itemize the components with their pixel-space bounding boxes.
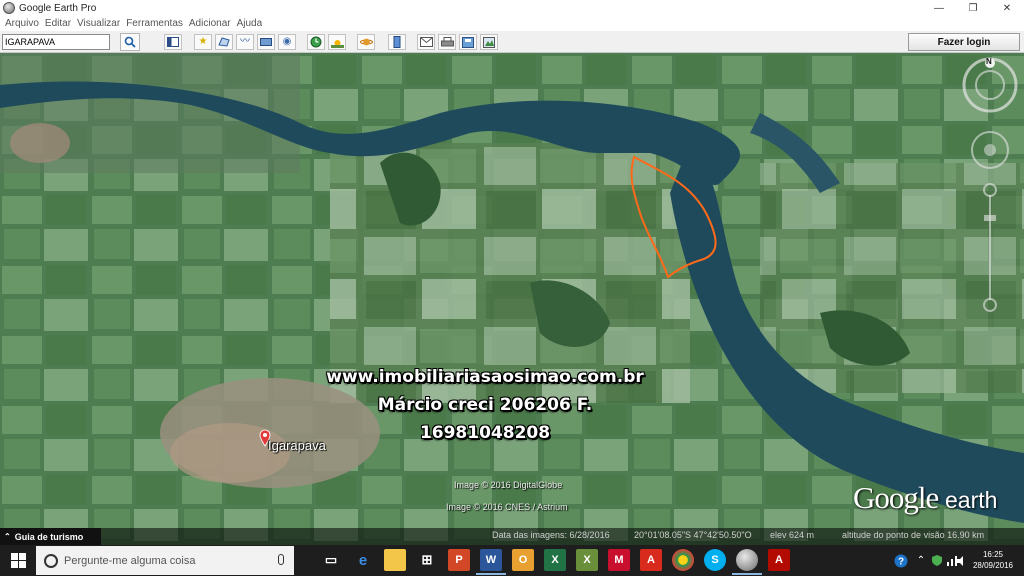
menu-ferramentas[interactable]: Ferramentas bbox=[123, 18, 186, 29]
chrome-icon[interactable] bbox=[672, 549, 694, 571]
add-path-icon[interactable]: 〰 bbox=[236, 34, 254, 50]
add-image-overlay-icon[interactable] bbox=[257, 34, 275, 50]
imagery-credit-digitalglobe: Image © 2016 DigitalGlobe bbox=[454, 480, 563, 490]
planets-icon[interactable] bbox=[357, 34, 375, 50]
minimize-button[interactable]: — bbox=[922, 0, 956, 16]
clock-date: 28/09/2016 bbox=[972, 561, 1014, 570]
window-title: Google Earth Pro bbox=[19, 2, 97, 14]
navigation-controls[interactable] bbox=[962, 55, 1022, 315]
toolbar: ★ 〰 ◉ Fazer login bbox=[0, 31, 1024, 53]
access-icon[interactable]: A bbox=[640, 549, 662, 571]
maximize-button[interactable]: ❐ bbox=[956, 0, 990, 16]
windows-icon bbox=[10, 553, 26, 568]
status-bar: ⌃ Guia de turismo Data das imagens: 6/28… bbox=[0, 528, 1024, 545]
overlay-phone: 16981048208 bbox=[419, 423, 551, 443]
outlook-icon[interactable]: O bbox=[512, 549, 534, 571]
cortana-placeholder: Pergunte-me alguma coisa bbox=[64, 554, 196, 567]
publisher-icon[interactable]: X bbox=[576, 549, 598, 571]
place-label[interactable]: Igarapava bbox=[268, 438, 326, 453]
edge-icon[interactable]: e bbox=[352, 549, 374, 571]
word-icon[interactable]: W bbox=[476, 549, 506, 575]
imagery-date: Data das imagens: 6/28/2016 bbox=[492, 530, 610, 540]
add-placemark-icon[interactable]: ★ bbox=[194, 34, 212, 50]
google-earth-task-icon[interactable] bbox=[732, 549, 762, 575]
sign-in-button[interactable]: Fazer login bbox=[908, 33, 1020, 51]
tray-expand-icon[interactable]: ⌃ bbox=[914, 545, 928, 576]
sunlight-icon[interactable] bbox=[328, 34, 346, 50]
svg-text:?: ? bbox=[898, 556, 904, 567]
menu-ajuda[interactable]: Ajuda bbox=[234, 18, 266, 29]
google-earth-logo: Google earth bbox=[853, 480, 998, 515]
search-input[interactable] bbox=[2, 34, 110, 50]
email-icon[interactable] bbox=[417, 34, 435, 50]
google-earth-icon bbox=[3, 2, 15, 14]
add-polygon-icon[interactable] bbox=[215, 34, 233, 50]
help-icon[interactable]: ? bbox=[892, 545, 910, 576]
taskbar: Pergunte-me alguma coisa ▭ e ⊞ P W O X X… bbox=[0, 545, 1024, 576]
historical-imagery-icon[interactable] bbox=[307, 34, 325, 50]
menu-editar[interactable]: Editar bbox=[42, 18, 74, 29]
start-button[interactable] bbox=[0, 545, 36, 576]
menu-arquivo[interactable]: Arquivo bbox=[2, 18, 42, 29]
overlay-url: www.imobiliariasaosimao.com.br bbox=[326, 367, 644, 387]
tour-guide-label: Guia de turismo bbox=[14, 531, 84, 542]
chevron-up-icon: ⌃ bbox=[4, 532, 11, 541]
skype-icon[interactable]: S bbox=[704, 549, 726, 571]
powerpoint-icon[interactable]: P bbox=[448, 549, 470, 571]
elevation: elev 624 m bbox=[770, 530, 815, 540]
ruler-icon[interactable] bbox=[388, 34, 406, 50]
volume-icon[interactable] bbox=[956, 545, 968, 576]
menu-adicionar[interactable]: Adicionar bbox=[186, 18, 234, 29]
overlay-agent: Márcio creci 206206 F. bbox=[377, 395, 593, 415]
sidebar-toggle-icon[interactable] bbox=[164, 34, 182, 50]
system-clock[interactable]: 16:25 28/09/2016 bbox=[968, 549, 1018, 571]
tour-guide-button[interactable]: ⌃ Guia de turismo bbox=[0, 528, 101, 545]
menu-bar: Arquivo Editar Visualizar Ferramentas Ad… bbox=[0, 16, 1024, 31]
map-view[interactable]: N www.imobiliariasaosimao.com.br Márcio … bbox=[0, 53, 1024, 545]
task-view-icon[interactable]: ▭ bbox=[320, 549, 342, 571]
coordinates: 20°01'08.05"S 47°42'50.50"O bbox=[634, 530, 752, 540]
imagery-credit-cnes: Image © 2016 CNES / Astrium bbox=[446, 502, 568, 512]
record-tour-icon[interactable]: ◉ bbox=[278, 34, 296, 50]
search-button[interactable] bbox=[120, 33, 140, 51]
title-bar: Google Earth Pro — ❐ ✕ bbox=[0, 0, 1024, 16]
cortana-icon bbox=[44, 553, 58, 568]
eye-altitude: altitude do ponto de visão 16.90 km bbox=[842, 530, 985, 540]
close-button[interactable]: ✕ bbox=[990, 0, 1024, 16]
media-app-icon[interactable]: M bbox=[608, 549, 630, 571]
file-explorer-icon[interactable] bbox=[384, 549, 406, 571]
satellite-imagery bbox=[0, 53, 1024, 545]
cortana-search[interactable]: Pergunte-me alguma coisa bbox=[36, 546, 294, 575]
window-controls: — ❐ ✕ bbox=[922, 0, 1024, 16]
print-icon[interactable] bbox=[438, 34, 456, 50]
menu-visualizar[interactable]: Visualizar bbox=[74, 18, 123, 29]
view-in-maps-icon[interactable] bbox=[480, 34, 498, 50]
save-image-icon[interactable] bbox=[459, 34, 477, 50]
acrobat-icon[interactable]: A bbox=[768, 549, 790, 571]
clock-time: 16:25 bbox=[982, 550, 1004, 559]
store-icon[interactable]: ⊞ bbox=[416, 549, 438, 571]
microphone-icon[interactable] bbox=[278, 554, 284, 565]
security-icon[interactable] bbox=[930, 545, 944, 576]
compass-north-label: N bbox=[986, 57, 992, 66]
excel-icon[interactable]: X bbox=[544, 549, 566, 571]
search-icon bbox=[124, 36, 136, 48]
